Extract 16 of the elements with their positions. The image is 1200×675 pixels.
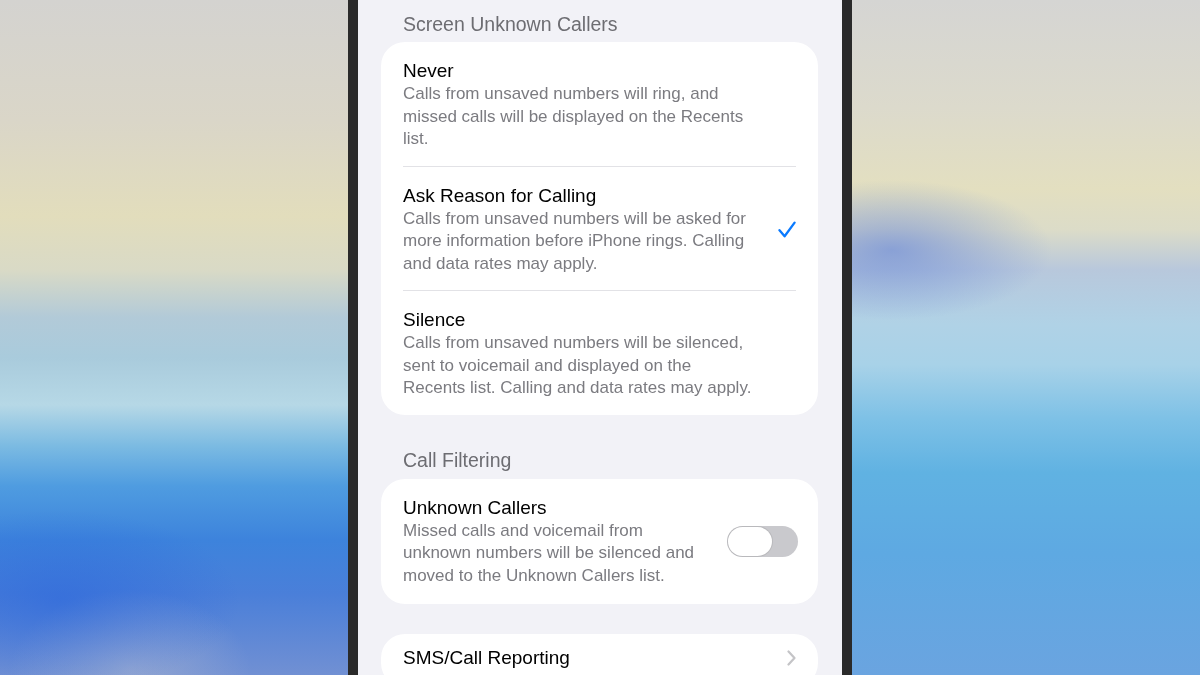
setting-title: Unknown Callers [403, 495, 548, 520]
option-row[interactable]: Never Calls from unsaved numbers will ring, and missed calls will be displayed on the Recents list. [381, 42, 818, 166]
chevron-right-icon [787, 650, 796, 666]
setting-title[interactable]: SMS/Call Reporting [403, 646, 570, 670]
option-description: Calls from unsaved numbers will be asked for more information before iPhone rings. Calling and data rates may apply. [403, 207, 747, 275]
option-description: Calls from unsaved numbers will ring, and missed calls will be displayed on the Recents list. [403, 83, 745, 150]
section-header: Screen Unknown Callers [402, 12, 619, 36]
option-row[interactable]: Ask Reason for Calling Calls from unsaved numbers will be asked for more information before iPhone rings. Calling and data rates may apply. [381, 166, 818, 290]
option-title: Ask Reason for Calling [403, 183, 598, 208]
option-title: Never [403, 59, 455, 83]
option-row[interactable]: Silence Calls from unsaved numbers will be silenced, sent to voicemail and displayed on the Recents list. Calling and data rates may apply. [381, 291, 818, 415]
option-description: Calls from unsaved numbers will be silenced, sent to voicemail and displayed on the Recents list. Calling and data rates may apply. [403, 332, 753, 399]
setting-description: Missed calls and voicemail from unknown numbers will be silenced and moved to the Unknown Callers list. [403, 519, 696, 587]
section-header: Call Filtering [402, 447, 513, 472]
option-title: Silence [403, 308, 467, 332]
toggle-switch[interactable] [727, 525, 798, 557]
